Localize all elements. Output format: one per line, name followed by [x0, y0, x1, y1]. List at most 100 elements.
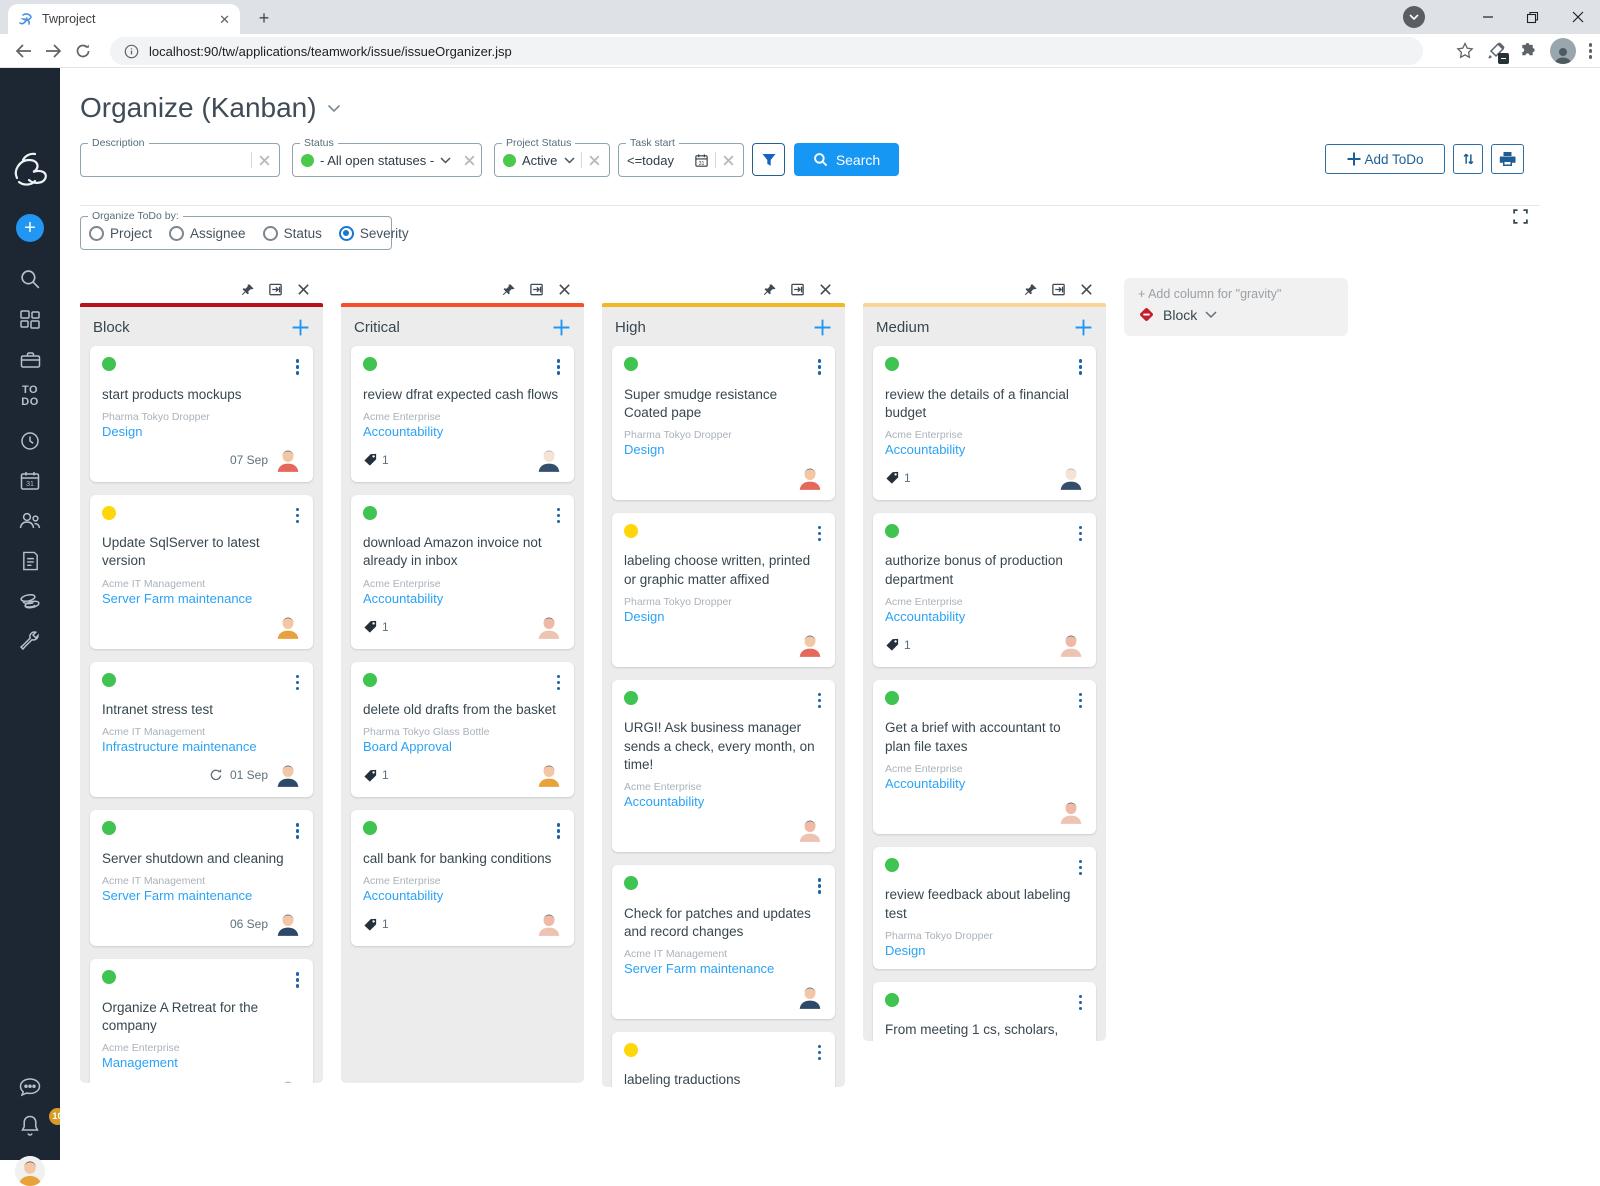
card-menu-icon[interactable]: [816, 524, 824, 544]
todo-card[interactable]: Server shutdown and cleaningAcme IT Mana…: [90, 810, 313, 946]
todo-card[interactable]: review feedback about labeling testPharm…: [873, 847, 1096, 969]
todo-card[interactable]: Update SqlServer to latest versionAcme I…: [90, 495, 313, 649]
todo-card[interactable]: review the details of a financial budget…: [873, 346, 1096, 500]
todo-card[interactable]: start products mockupsPharma Tokyo Dropp…: [90, 346, 313, 482]
card-menu-icon[interactable]: [816, 691, 824, 711]
card-menu-icon[interactable]: [294, 821, 302, 841]
card-task-link[interactable]: Accountability: [363, 591, 443, 606]
add-card-button[interactable]: [813, 318, 832, 337]
card-task-link[interactable]: Server Farm maintenance: [624, 961, 774, 976]
card-menu-icon[interactable]: [294, 357, 302, 377]
card-menu-icon[interactable]: [555, 821, 563, 841]
card-menu-icon[interactable]: [1077, 357, 1085, 377]
tab-close-icon[interactable]: ✕: [219, 13, 230, 26]
sidebar-item-expenses[interactable]: [0, 590, 60, 612]
extensions-puzzle-icon[interactable]: [1518, 42, 1537, 61]
card-menu-icon[interactable]: [1077, 993, 1085, 1013]
todo-card[interactable]: Get a brief with accountant to plan file…: [873, 680, 1096, 834]
pin-column-icon[interactable]: [763, 283, 777, 297]
sidebar-item-chat[interactable]: [0, 1076, 60, 1098]
add-card-button[interactable]: [291, 318, 310, 337]
todo-card[interactable]: call bank for banking conditionsAcme Ent…: [351, 810, 574, 946]
card-menu-icon[interactable]: [1077, 858, 1085, 878]
sidebar-item-todo[interactable]: TO DO: [0, 384, 60, 408]
close-window-button[interactable]: [1555, 0, 1600, 34]
todo-card[interactable]: From meeting 1 cs, scholars, and popular…: [873, 982, 1096, 1041]
add-column-chevron-icon[interactable]: [1205, 311, 1217, 319]
add-column-selected-value[interactable]: Block: [1163, 307, 1197, 323]
collapse-column-icon[interactable]: [790, 282, 805, 297]
sidebar-item-dashboard[interactable]: [0, 309, 60, 331]
close-column-icon[interactable]: [819, 283, 832, 296]
collapse-column-icon[interactable]: [268, 282, 283, 297]
browser-kebab-menu-icon[interactable]: [1589, 43, 1593, 59]
add-card-button[interactable]: [1074, 318, 1093, 337]
sidebar-item-calendar[interactable]: 31: [0, 470, 60, 492]
pin-column-icon[interactable]: [1024, 283, 1038, 297]
todo-card[interactable]: Super smudge resistance Coated papePharm…: [612, 346, 835, 500]
todo-card[interactable]: authorize bonus of production department…: [873, 513, 1096, 667]
card-menu-icon[interactable]: [294, 673, 302, 693]
todo-card[interactable]: Organize A Retreat for the companyAcme E…: [90, 959, 313, 1083]
sidebar-item-notifications[interactable]: 10: [0, 1114, 60, 1137]
card-task-link[interactable]: Server Farm maintenance: [102, 591, 252, 606]
url-text[interactable]: localhost:90/tw/applications/teamwork/is…: [149, 44, 512, 59]
sidebar-item-tools[interactable]: [0, 630, 60, 652]
url-bar[interactable]: localhost:90/tw/applications/teamwork/is…: [110, 37, 1423, 65]
card-task-link[interactable]: Management: [102, 1055, 178, 1070]
browser-tab[interactable]: Twproject ✕: [8, 4, 240, 34]
minimize-button[interactable]: [1465, 0, 1510, 34]
new-tab-button[interactable]: +: [254, 9, 274, 29]
sidebar-item-search[interactable]: [0, 268, 60, 291]
eyedropper-extension-icon[interactable]: [1487, 42, 1505, 60]
card-task-link[interactable]: Accountability: [363, 888, 443, 903]
add-card-button[interactable]: [552, 318, 571, 337]
reload-button[interactable]: [68, 37, 98, 65]
todo-card[interactable]: labeling traductionsPharma Tokyo Dropper…: [612, 1032, 835, 1087]
todo-card[interactable]: URGI! Ask business manager sends a check…: [612, 680, 835, 852]
sidebar-item-worklog[interactable]: [0, 430, 60, 452]
card-task-link[interactable]: Accountability: [363, 424, 443, 439]
card-menu-icon[interactable]: [294, 970, 302, 990]
sidebar-add-button[interactable]: +: [0, 214, 60, 242]
card-menu-icon[interactable]: [294, 506, 302, 526]
close-column-icon[interactable]: [1080, 283, 1093, 296]
card-task-link[interactable]: Server Farm maintenance: [102, 888, 252, 903]
sidebar-item-documents[interactable]: [0, 550, 60, 572]
back-button[interactable]: [8, 37, 38, 65]
pin-column-icon[interactable]: [241, 283, 255, 297]
card-task-link[interactable]: Design: [624, 609, 664, 624]
todo-card[interactable]: download Amazon invoice not already in i…: [351, 495, 574, 649]
card-menu-icon[interactable]: [816, 357, 824, 377]
card-task-link[interactable]: Accountability: [885, 442, 965, 457]
browser-menu-circle-icon[interactable]: [1403, 6, 1425, 28]
bookmark-star-icon[interactable]: [1456, 42, 1474, 60]
card-menu-icon[interactable]: [816, 1043, 824, 1063]
sidebar-item-projects[interactable]: [0, 349, 60, 371]
card-task-link[interactable]: Infrastructure maintenance: [102, 739, 257, 754]
card-menu-icon[interactable]: [555, 357, 563, 377]
add-column-panel[interactable]: + Add column for "gravity" Block: [1124, 278, 1348, 336]
collapse-column-icon[interactable]: [1051, 282, 1066, 297]
close-column-icon[interactable]: [297, 283, 310, 296]
sidebar-item-resources[interactable]: [0, 510, 60, 532]
card-task-link[interactable]: Board Approval: [363, 739, 452, 754]
collapse-column-icon[interactable]: [529, 282, 544, 297]
sidebar-user-avatar[interactable]: [0, 1156, 60, 1186]
card-menu-icon[interactable]: [1077, 524, 1085, 544]
twproject-logo[interactable]: [0, 146, 60, 190]
close-column-icon[interactable]: [558, 283, 571, 296]
card-menu-icon[interactable]: [555, 506, 563, 526]
card-task-link[interactable]: Design: [624, 442, 664, 457]
card-task-link[interactable]: Accountability: [624, 794, 704, 809]
card-menu-icon[interactable]: [816, 876, 824, 896]
card-task-link[interactable]: Accountability: [885, 609, 965, 624]
card-task-link[interactable]: Accountability: [885, 776, 965, 791]
card-task-link[interactable]: Design: [885, 943, 925, 958]
forward-button[interactable]: [38, 37, 68, 65]
card-menu-icon[interactable]: [555, 673, 563, 693]
browser-profile-avatar[interactable]: [1550, 38, 1576, 64]
card-task-link[interactable]: Design: [102, 424, 142, 439]
pin-column-icon[interactable]: [502, 283, 516, 297]
todo-card[interactable]: delete old drafts from the basketPharma …: [351, 662, 574, 798]
